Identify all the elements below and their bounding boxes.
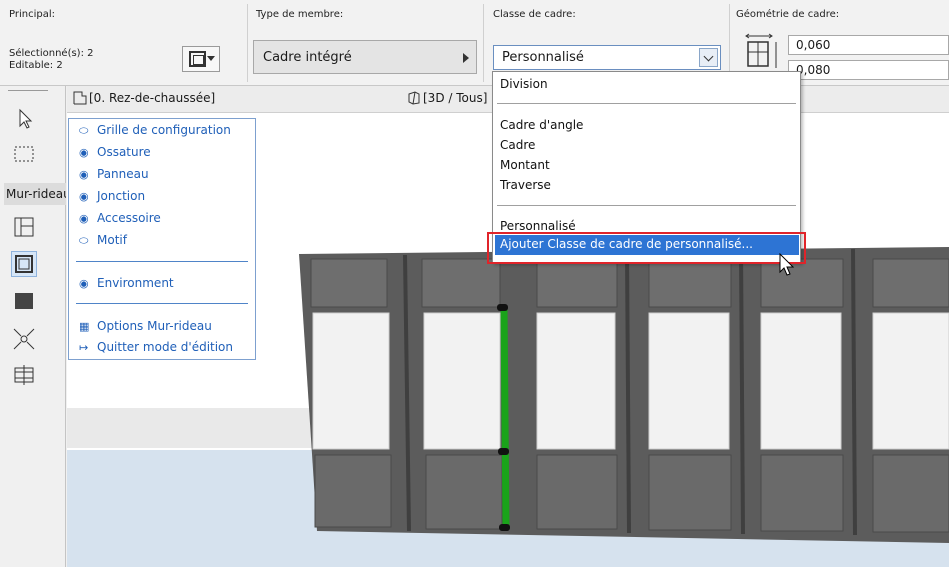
settings-grid-icon: ▦ [79,320,90,333]
panel-icon [15,293,33,309]
frame-class-select[interactable]: Personnalisé [493,45,721,70]
dropdown-item-corner-frame[interactable]: Cadre d'angle [500,118,583,132]
eye-icon: ◉ [79,190,89,203]
accessory-icon [14,365,34,385]
dropdown-item-transom[interactable]: Traverse [500,178,551,192]
curtain-grid-icon [14,217,34,237]
floor-plan-icon [73,91,87,105]
arrow-icon [19,108,33,129]
callout-highlight [487,232,806,264]
editable-count: Editable: 2 [9,60,63,71]
tab-floor-plan[interactable]: [0. Rez-de-chaussée] [73,91,215,105]
nav-item-quit[interactable]: ↦ Quitter mode d'édition [79,340,233,354]
frame-class-value: Personnalisé [502,50,584,65]
frame-width-value: 0,060 [796,38,831,52]
eye-closed-icon: ⬭ [79,234,89,247]
panel-tool[interactable] [11,288,37,314]
tab-3d-label: [3D / Tous] [423,91,488,105]
frame-type-button[interactable] [182,46,220,72]
mouse-cursor-icon [779,253,795,276]
frame-icon [189,51,206,67]
selected-count: Sélectionné(s): 2 [9,48,94,59]
nav-item-junction[interactable]: ◉ Jonction [79,189,145,203]
grid-tool[interactable] [11,214,37,240]
info-box: Principal: Sélectionné(s): 2 Editable: 2… [0,0,949,86]
chevron-down-icon[interactable] [699,48,718,67]
member-type-label: Type de membre: [256,9,344,20]
nav-item-frame[interactable]: ◉ Ossature [79,145,151,159]
frame-tool[interactable] [11,251,37,277]
principal-label: Principal: [9,9,55,20]
dropdown-item-mullion[interactable]: Montant [500,158,550,172]
tab-floor-plan-label: [0. Rez-de-chaussée] [89,91,216,105]
frame-depth-value: 0,080 [796,63,831,77]
accessory-tool[interactable] [11,362,37,388]
nav-item-accessory[interactable]: ◉ Accessoire [79,211,161,225]
chevron-right-icon [463,53,469,63]
nav-item-grid[interactable]: ⬭ Grille de configuration [79,123,231,138]
frame-depth-field[interactable]: 0,080 [788,60,949,80]
dropdown-item-division[interactable]: Division [500,77,548,91]
marquee-icon [14,146,34,162]
dropdown-item-custom[interactable]: Personnalisé [500,219,576,233]
nav-item-options[interactable]: ▦ Options Mur-rideau [79,319,212,333]
eye-closed-icon: ⬭ [79,124,89,137]
chevron-down-icon [207,56,215,61]
member-type-value: Cadre intégré [263,50,352,65]
marquee-tool[interactable] [11,141,37,167]
eye-icon: ◉ [79,168,89,181]
frame-icon [15,255,33,273]
tab-3d[interactable]: [3D / Tous] [407,91,487,105]
arrow-tool[interactable] [11,106,37,132]
nav-item-environment[interactable]: ◉ Environment [79,276,174,290]
frame-width-field[interactable]: 0,060 [788,35,949,55]
frame-class-label: Classe de cadre: [493,9,576,20]
junction-icon [13,328,35,350]
eye-icon: ◉ [79,146,89,159]
junction-tool[interactable] [11,326,37,352]
dropdown-item-frame[interactable]: Cadre [500,138,535,152]
curtain-wall-navigator: ⬭ Grille de configuration ◉ Ossature ◉ Pann… [68,118,256,360]
exit-icon: ↦ [79,341,89,354]
frame-geometry-icon [745,33,777,68]
eye-icon: ◉ [79,212,89,225]
nav-item-pattern[interactable]: ⬭ Motif [79,233,127,248]
nav-item-panel[interactable]: ◉ Panneau [79,167,149,181]
eye-icon: ◉ [79,277,89,290]
geometry-label: Géométrie de cadre: [736,9,840,20]
mode-label: Mur-rideau [4,183,66,205]
selected-frame[interactable] [500,307,510,528]
member-type-button[interactable]: Cadre intégré [253,40,477,74]
toolbox: Mur-rideau [0,86,66,567]
cube-icon [408,91,420,105]
